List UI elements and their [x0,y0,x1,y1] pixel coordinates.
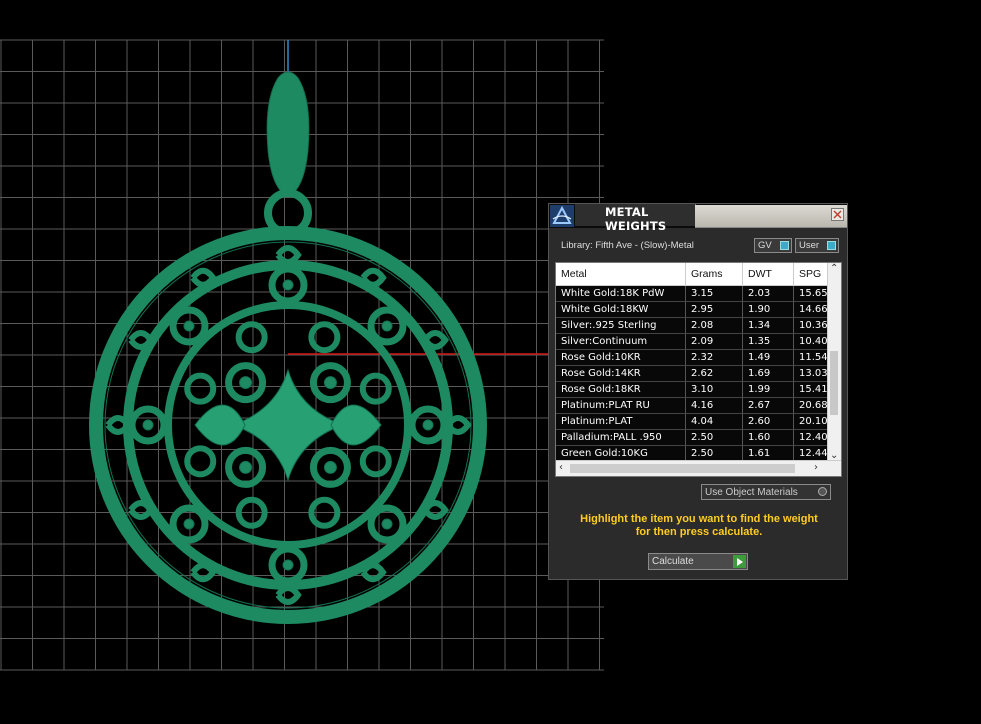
toggle-indicator-icon [827,241,836,250]
table-cell: Platinum:PLAT [556,414,686,430]
table-cell: 2.08 [686,318,743,334]
table-cell: 1.34 [743,318,794,334]
column-header-dwt[interactable]: DWT [743,263,794,285]
table-cell: 2.60 [743,414,794,430]
gv-toggle[interactable]: GV [754,238,792,253]
table-cell: 1.49 [743,350,794,366]
table-cell: 2.09 [686,334,743,350]
table-cell: 2.32 [686,350,743,366]
table-row[interactable]: Rose Gold:10KR 2.32 1.49 11.54 [556,350,839,366]
pendant-filigree [105,245,472,605]
table-row[interactable]: Rose Gold:18KR 3.10 1.99 15.41 [556,382,839,398]
table-cell: 1.69 [743,366,794,382]
table-cell: Platinum:PLAT RU [556,398,686,414]
user-toggle[interactable]: User [795,238,839,253]
vertical-scroll-thumb[interactable] [830,351,838,415]
toggle-indicator-icon [780,241,789,250]
vertical-scrollbar[interactable]: ⌃ ⌄ [827,263,841,461]
table-cell: White Gold:18K PdW [556,286,686,302]
play-arrow-icon [733,555,746,568]
table-row[interactable]: Platinum:PLAT 4.04 2.60 20.10 [556,414,839,430]
table-cell: 1.90 [743,302,794,318]
use-object-materials-label: Use Object Materials [705,487,798,498]
table-cell: 1.35 [743,334,794,350]
scroll-left-icon[interactable]: ‹ [559,462,563,473]
panel-title: METAL WEIGHTS [605,205,667,233]
table-cell: 3.10 [686,382,743,398]
instructions-line-2: for then press calculate. [635,526,763,538]
table-cell: Rose Gold:14KR [556,366,686,382]
pendant-model[interactable] [89,71,487,624]
table-cell: Silver:Continuum [556,334,686,350]
table-cell: 2.03 [743,286,794,302]
app-logo-icon [550,205,574,227]
table-row[interactable]: Palladium:PALL .950 2.50 1.60 12.40 [556,430,839,446]
table-row[interactable]: Rose Gold:14KR 2.62 1.69 13.03 [556,366,839,382]
user-toggle-label: User [799,240,820,251]
column-header-metal[interactable]: Metal [556,263,686,285]
table-header: Metal Grams DWT SPG [556,263,839,286]
close-icon [833,210,842,219]
table-cell: 4.04 [686,414,743,430]
scroll-up-icon[interactable]: ⌃ [830,263,838,274]
table-cell: 2.62 [686,366,743,382]
titlebar-spacer [695,205,847,228]
table-row[interactable]: Silver:.925 Sterling 2.08 1.34 10.36 [556,318,839,334]
table-cell: 4.16 [686,398,743,414]
close-button[interactable] [831,208,844,221]
table-cell: Palladium:PALL .950 [556,430,686,446]
instructions-text: Highlight the item you want to find the … [559,513,839,539]
metal-table[interactable]: Metal Grams DWT SPG White Gold:18K PdW 3.… [555,262,842,477]
calculate-label: Calculate [652,556,694,567]
table-row[interactable]: Silver:Continuum 2.09 1.35 10.40 [556,334,839,350]
table-cell: Rose Gold:18KR [556,382,686,398]
radio-circle-icon [818,487,827,496]
library-label: Library: Fifth Ave - (Slow)-Metal [561,240,694,251]
instructions-line-1: Highlight the item you want to find the … [580,513,818,525]
table-cell: 2.67 [743,398,794,414]
table-row[interactable]: White Gold:18K PdW 3.15 2.03 15.65 [556,286,839,302]
pendant-bail [266,71,310,197]
table-row[interactable]: White Gold:18KW 2.95 1.90 14.66 [556,302,839,318]
table-cell: White Gold:18KW [556,302,686,318]
metal-weights-panel: METAL WEIGHTS Library: Fifth Ave - (Slow… [548,203,848,580]
table-cell: 2.50 [686,430,743,446]
column-header-grams[interactable]: Grams [686,263,743,285]
table-cell: 1.99 [743,382,794,398]
table-cell: 2.95 [686,302,743,318]
table-cell: 1.60 [743,430,794,446]
calculate-button[interactable]: Calculate [648,553,748,570]
panel-title-tab: METAL WEIGHTS [575,204,696,233]
horizontal-scroll-thumb[interactable] [570,464,795,473]
table-cell: Silver:.925 Sterling [556,318,686,334]
scroll-right-icon[interactable]: › [814,462,818,473]
table-cell: Rose Gold:10KR [556,350,686,366]
gv-toggle-label: GV [758,240,772,251]
table-cell: 3.15 [686,286,743,302]
panel-titlebar[interactable]: METAL WEIGHTS [549,204,847,233]
table-row[interactable]: Platinum:PLAT RU 4.16 2.67 20.68 [556,398,839,414]
horizontal-scrollbar[interactable]: ‹ › [556,460,841,476]
use-object-materials-toggle[interactable]: Use Object Materials [701,484,831,500]
